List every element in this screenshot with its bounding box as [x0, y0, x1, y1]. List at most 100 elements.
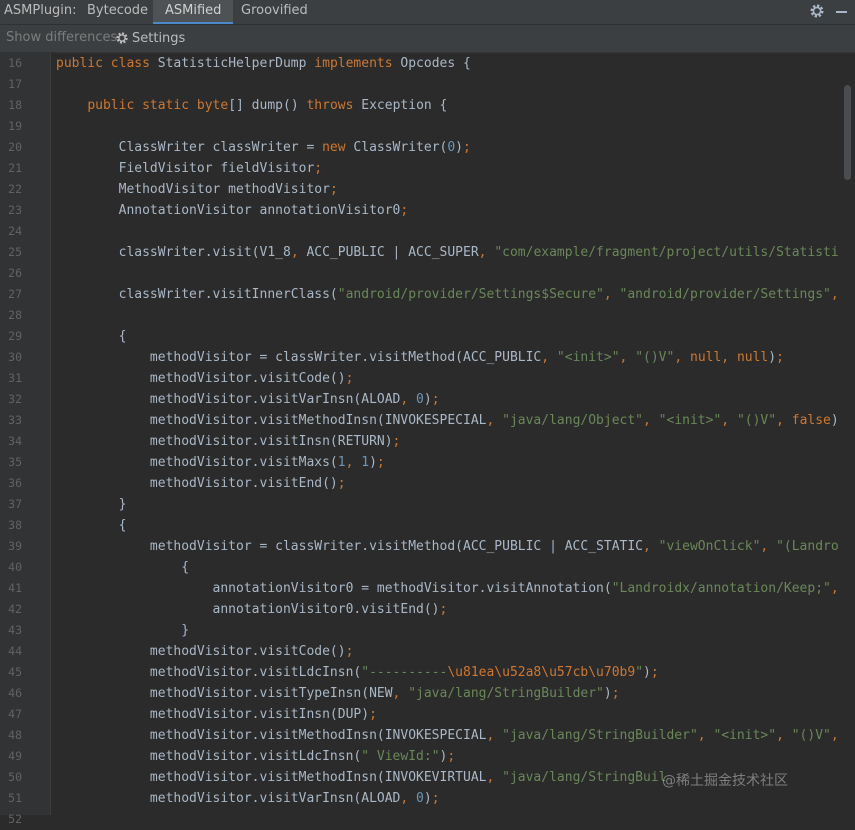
code-line[interactable]: { — [56, 326, 126, 347]
code-token: annotationVisitor0.visitEnd() — [56, 602, 440, 617]
code-line[interactable]: methodVisitor.visitCode(); — [56, 368, 353, 389]
code-token: } — [56, 623, 189, 638]
code-line[interactable]: methodVisitor.visitInsn(DUP); — [56, 704, 377, 725]
code-token: ClassWriter classWriter = — [56, 140, 322, 155]
code-token: methodVisitor.visitLdcInsn( — [56, 749, 361, 764]
code-line[interactable]: methodVisitor.visitMethodInsn(INVOKEVIRT… — [56, 767, 667, 788]
code-token: , — [643, 539, 659, 554]
scrollbar-thumb[interactable] — [844, 85, 851, 180]
plugin-label: ASMPlugin: — [4, 3, 77, 18]
line-number: 52 — [0, 809, 22, 830]
code-line[interactable]: methodVisitor.visitInsn(RETURN); — [56, 431, 400, 452]
code-token: "<init>" — [557, 350, 620, 365]
code-token: ) — [604, 686, 612, 701]
code-line[interactable]: methodVisitor.visitCode(); — [56, 641, 353, 662]
code-line[interactable]: public class StatisticHelperDump impleme… — [56, 53, 471, 74]
code-token: methodVisitor.visitMethodInsn(INVOKESPEC… — [56, 728, 486, 743]
code-token: ) — [424, 791, 432, 806]
code-line[interactable]: MethodVisitor methodVisitor; — [56, 179, 338, 200]
code-token: ; — [612, 686, 620, 701]
code-token: "java/lang/StringBuil — [502, 770, 666, 785]
line-number: 28 — [0, 305, 22, 326]
code-line[interactable]: classWriter.visitInnerClass("android/pro… — [56, 284, 839, 305]
line-number: 43 — [0, 620, 22, 641]
code-line[interactable]: ClassWriter classWriter = new ClassWrite… — [56, 137, 471, 158]
tab-groovified[interactable]: Groovified — [229, 0, 320, 24]
code-line[interactable]: methodVisitor.visitVarInsn(ALOAD, 0); — [56, 389, 440, 410]
code-token: ) — [643, 665, 651, 680]
code-line[interactable]: methodVisitor.visitVarInsn(ALOAD, 0); — [56, 788, 440, 809]
code-token: , — [346, 455, 362, 470]
line-number: 36 — [0, 473, 22, 494]
code-line[interactable]: methodVisitor.visitMethodInsn(INVOKESPEC… — [56, 725, 839, 746]
code-line[interactable]: annotationVisitor0.visitEnd(); — [56, 599, 447, 620]
code-token: \u81ea\u52a8\u57cb\u70b9 — [447, 665, 635, 680]
line-number: 49 — [0, 746, 22, 767]
code-token: , — [831, 728, 839, 743]
tab-bytecode[interactable]: Bytecode — [75, 0, 160, 24]
tab-asmified[interactable]: ASMified — [153, 0, 233, 24]
code-line[interactable]: } — [56, 620, 189, 641]
code-token: , — [486, 728, 502, 743]
code-token: ; — [463, 140, 471, 155]
code-token: "java/lang/StringBuilder" — [502, 728, 698, 743]
code-token: classWriter.visit(V1_8 — [56, 245, 291, 260]
show-differences-button[interactable]: Show differences — [6, 30, 117, 45]
code-line[interactable]: FieldVisitor fieldVisitor; — [56, 158, 322, 179]
code-token: ; — [651, 665, 659, 680]
code-token: ) — [455, 140, 463, 155]
code-token: 0 — [416, 791, 424, 806]
code-token: , null, null — [674, 350, 768, 365]
code-line[interactable]: methodVisitor.visitTypeInsn(NEW, "java/l… — [56, 683, 620, 704]
line-number-gutter: 1617181920212223242526272829303132333435… — [0, 53, 51, 815]
line-number: 38 — [0, 515, 22, 536]
code-token: throws — [306, 98, 361, 113]
line-number: 47 — [0, 704, 22, 725]
code-token: methodVisitor.visitVarInsn(ALOAD — [56, 791, 400, 806]
code-line[interactable]: methodVisitor = classWriter.visitMethod(… — [56, 536, 839, 557]
code-token: "<init>" — [713, 728, 776, 743]
code-line[interactable]: public static byte[] dump() throws Excep… — [56, 95, 447, 116]
minimize-icon[interactable] — [836, 11, 847, 13]
code-token: , — [541, 350, 557, 365]
code-token: methodVisitor.visitMethodInsn(INVOKESPEC… — [56, 413, 486, 428]
code-token: ; — [432, 791, 440, 806]
code-line[interactable]: methodVisitor.visitMethodInsn(INVOKESPEC… — [56, 410, 839, 431]
code-line[interactable]: { — [56, 557, 189, 578]
line-number: 50 — [0, 767, 22, 788]
code-token: "com/example/fragment/project/utils/Stat… — [494, 245, 838, 260]
code-token: ; — [369, 707, 377, 722]
settings-label: Settings — [132, 31, 185, 46]
code-token: ; — [447, 749, 455, 764]
code-token: , — [620, 350, 636, 365]
code-token: ) — [768, 350, 776, 365]
code-line[interactable]: } — [56, 494, 126, 515]
line-number: 33 — [0, 410, 22, 431]
code-token — [56, 98, 87, 113]
code-line[interactable]: AnnotationVisitor annotationVisitor0; — [56, 200, 408, 221]
line-number: 39 — [0, 536, 22, 557]
gear-icon[interactable] — [809, 3, 825, 19]
code-token: , — [776, 728, 792, 743]
settings-button[interactable]: Settings — [115, 29, 185, 47]
line-number: 17 — [0, 74, 22, 95]
code-token: , — [486, 413, 502, 428]
code-line[interactable]: methodVisitor.visitEnd(); — [56, 473, 346, 494]
code-token: , fal — [831, 581, 840, 596]
code-editor[interactable]: public class StatisticHelperDump impleme… — [51, 53, 840, 815]
code-token: new — [322, 140, 353, 155]
gear-icon — [115, 31, 129, 45]
code-token: { — [56, 518, 126, 533]
code-line[interactable]: annotationVisitor0 = methodVisitor.visit… — [56, 578, 840, 599]
code-line[interactable]: classWriter.visit(V1_8, ACC_PUBLIC | ACC… — [56, 242, 839, 263]
code-line[interactable]: methodVisitor.visitMaxs(1, 1); — [56, 452, 385, 473]
code-line[interactable]: { — [56, 515, 126, 536]
vertical-scrollbar[interactable] — [840, 53, 855, 815]
code-line[interactable]: methodVisitor = classWriter.visitMethod(… — [56, 347, 784, 368]
code-token: methodVisitor = classWriter.visitMethod(… — [56, 539, 643, 554]
code-line[interactable]: methodVisitor.visitLdcInsn("----------\u… — [56, 662, 659, 683]
code-line[interactable]: methodVisitor.visitLdcInsn(" ViewId:"); — [56, 746, 455, 767]
code-token: "<init>" — [659, 413, 722, 428]
code-token: "android/provider/Settings" — [620, 287, 831, 302]
code-token: methodVisitor.visitInsn(DUP) — [56, 707, 369, 722]
